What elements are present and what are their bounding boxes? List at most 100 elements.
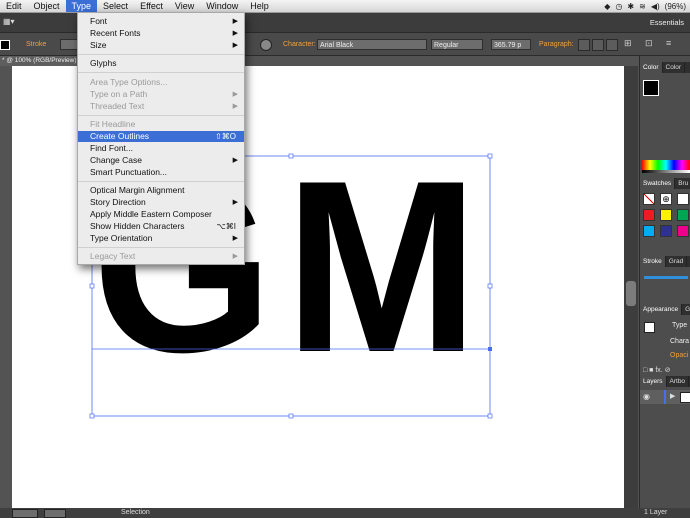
color-spectrum[interactable] bbox=[642, 160, 690, 170]
fill-swatch[interactable] bbox=[0, 40, 10, 50]
document-tab[interactable]: * @ 100% (RGB/Preview) bbox=[0, 56, 82, 66]
menu-item-middle-eastern-composer[interactable]: Apply Middle Eastern Composer bbox=[78, 209, 244, 220]
tab-color-guide[interactable]: Color bbox=[663, 62, 686, 73]
swatch-none[interactable] bbox=[643, 193, 655, 205]
menu-separator bbox=[78, 115, 244, 116]
menu-item-area-type-options: Area Type Options... bbox=[90, 77, 168, 87]
opacity-icon[interactable] bbox=[260, 39, 272, 51]
battery-status[interactable]: (96%) bbox=[665, 2, 686, 11]
swatch-green[interactable] bbox=[677, 209, 689, 221]
appearance-controls[interactable]: □ ■ fx. ⊘ bbox=[643, 366, 671, 374]
disclosure-arrow-icon[interactable]: ▶ bbox=[670, 392, 675, 400]
appearance-characters-row[interactable]: Chara bbox=[670, 338, 689, 345]
menu-separator bbox=[78, 72, 244, 73]
submenu-arrow-icon: ▶ bbox=[232, 103, 238, 110]
menu-edit[interactable]: Edit bbox=[0, 0, 28, 12]
menu-item-type-on-a-path: Type on a Path ▶ bbox=[90, 89, 238, 99]
menu-type[interactable]: Type bbox=[65, 0, 98, 12]
tab-swatches[interactable]: Swatches bbox=[640, 178, 676, 189]
menu-item-smart-punctuation[interactable]: Smart Punctuation... bbox=[78, 167, 244, 178]
volume-icon[interactable]: ◀) bbox=[651, 2, 660, 11]
menu-item-story-direction[interactable]: Story Direction ▶ bbox=[78, 197, 244, 208]
swatch-blue[interactable] bbox=[660, 225, 672, 237]
layer-count: 1 Layer bbox=[644, 509, 668, 516]
panel-menu-icon[interactable]: ≡ bbox=[666, 38, 671, 48]
menu-item-glyphs[interactable]: Glyphs bbox=[78, 58, 244, 69]
menu-help[interactable]: Help bbox=[244, 0, 275, 12]
layer-row[interactable]: ◉ ▶ bbox=[640, 390, 690, 404]
tools-panel bbox=[0, 66, 12, 508]
swatch-registration[interactable]: ⊕ bbox=[660, 193, 672, 205]
menu-item-find-font[interactable]: Find Font... bbox=[78, 143, 244, 154]
menu-item-size[interactable]: Size ▶ bbox=[78, 40, 244, 51]
eye-icon[interactable]: ◉ bbox=[643, 392, 650, 401]
menu-view[interactable]: View bbox=[169, 0, 200, 12]
menu-item-type-orientation[interactable]: Type Orientation ▶ bbox=[78, 233, 244, 244]
menu-window[interactable]: Window bbox=[200, 0, 244, 12]
tab-layers[interactable]: Layers bbox=[640, 376, 667, 387]
appearance-thumbnail bbox=[644, 322, 655, 333]
tab-stroke[interactable]: Stroke bbox=[640, 256, 666, 267]
arrange-documents-icon[interactable]: ▦▾ bbox=[3, 17, 15, 26]
menu-item-show-hidden-characters[interactable]: Show Hidden Characters ⌥⌘I bbox=[78, 221, 244, 232]
appearance-panel-tabs: Appearance G bbox=[640, 304, 690, 315]
submenu-arrow-icon: ▶ bbox=[232, 42, 238, 49]
menu-item-recent-fonts[interactable]: Recent Fonts ▶ bbox=[78, 28, 244, 39]
menu-item-font[interactable]: Font ▶ bbox=[78, 16, 244, 27]
appearance-opacity-row[interactable]: Opaci bbox=[670, 352, 688, 359]
align-center-icon[interactable] bbox=[592, 39, 604, 51]
tab-appearance[interactable]: Appearance bbox=[640, 304, 683, 315]
menu-separator bbox=[78, 54, 244, 55]
paragraph-label[interactable]: Paragraph: bbox=[539, 41, 574, 48]
menu-select[interactable]: Select bbox=[97, 0, 134, 12]
align-right-icon[interactable] bbox=[606, 39, 618, 51]
appearance-type-row[interactable]: Type bbox=[642, 320, 689, 333]
transform-icon[interactable]: ⊞ bbox=[624, 38, 632, 49]
status-bar: Selection 1 Layer bbox=[0, 508, 690, 518]
clock-icon[interactable]: ◷ bbox=[615, 2, 622, 11]
menu-item-change-case[interactable]: Change Case ▶ bbox=[78, 155, 244, 166]
layer-thumbnail bbox=[680, 392, 690, 403]
workspace-switcher[interactable]: Essentials bbox=[650, 18, 684, 27]
gradient-slider[interactable] bbox=[644, 276, 688, 279]
scrollbar-thumb[interactable] bbox=[626, 281, 636, 306]
font-family-field[interactable]: Arial Black bbox=[317, 39, 427, 50]
menu-effect[interactable]: Effect bbox=[134, 0, 169, 12]
menu-item-create-outlines[interactable]: Create Outlines ⇧⌘O bbox=[78, 131, 244, 142]
swatch-magenta[interactable] bbox=[677, 225, 689, 237]
submenu-arrow-icon: ▶ bbox=[232, 30, 238, 37]
swatch-yellow[interactable] bbox=[660, 209, 672, 221]
grayscale-ramp[interactable] bbox=[642, 170, 690, 173]
swatch-cyan[interactable] bbox=[643, 225, 655, 237]
tab-color[interactable]: Color bbox=[640, 62, 663, 73]
text-anchor-point[interactable] bbox=[488, 347, 492, 351]
font-style-field[interactable]: Regular bbox=[431, 39, 483, 50]
font-size-field[interactable]: 365.79 p bbox=[491, 39, 531, 50]
bluetooth-icon[interactable]: ✱ bbox=[627, 2, 634, 11]
isolate-icon[interactable]: ⊡ bbox=[645, 38, 653, 49]
tab-graphic-styles[interactable]: G bbox=[682, 304, 690, 315]
wifi-icon[interactable]: ≋ bbox=[639, 2, 646, 11]
submenu-arrow-icon: ▶ bbox=[232, 91, 238, 98]
fill-stroke-widget[interactable] bbox=[643, 80, 659, 96]
submenu-arrow-icon: ▶ bbox=[232, 157, 238, 164]
swatch-red[interactable] bbox=[643, 209, 655, 221]
character-label[interactable]: Character: bbox=[283, 41, 316, 48]
align-left-icon[interactable] bbox=[578, 39, 590, 51]
artboard-navigator[interactable] bbox=[44, 509, 66, 518]
vertical-scrollbar[interactable] bbox=[624, 66, 638, 508]
zoom-field[interactable] bbox=[12, 509, 38, 518]
stroke-label[interactable]: Stroke bbox=[26, 41, 46, 48]
tab-artboards[interactable]: Artbo bbox=[667, 376, 690, 387]
menu-item-optical-margin-alignment[interactable]: Optical Margin Alignment bbox=[78, 185, 244, 196]
tab-gradient[interactable]: Grad bbox=[666, 256, 688, 267]
swatch-white[interactable] bbox=[677, 193, 689, 205]
dropbox-icon[interactable]: ◆ bbox=[604, 2, 610, 11]
shortcut-create-outlines: ⇧⌘O bbox=[215, 132, 236, 141]
submenu-arrow-icon: ▶ bbox=[232, 18, 238, 25]
tab-brushes[interactable]: Bru bbox=[675, 178, 690, 189]
menu-item-fit-headline: Fit Headline bbox=[90, 119, 136, 129]
current-tool-status[interactable]: Selection bbox=[121, 509, 150, 516]
menu-object[interactable]: Object bbox=[28, 0, 66, 12]
swatches-panel-tabs: Swatches Bru bbox=[640, 178, 690, 189]
